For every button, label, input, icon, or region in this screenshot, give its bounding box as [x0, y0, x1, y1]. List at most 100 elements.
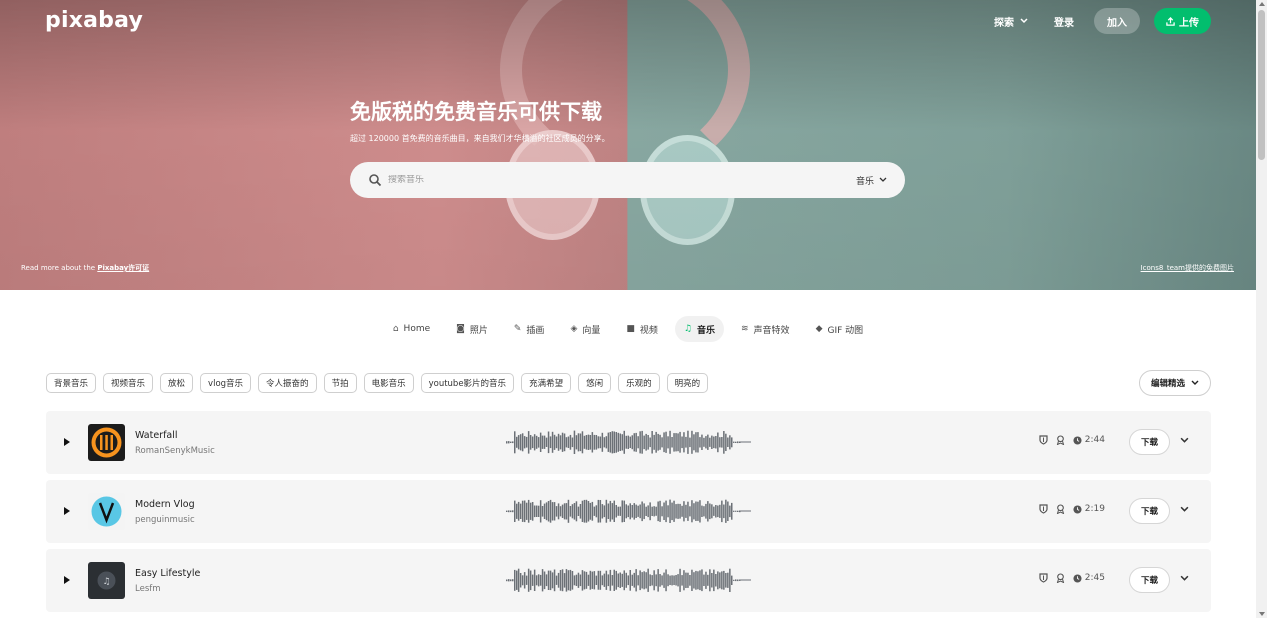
- brush-icon: ✎: [513, 324, 522, 334]
- download-button[interactable]: 下载: [1128, 429, 1170, 455]
- search-type-select[interactable]: 音乐: [856, 174, 887, 187]
- track-row: Waterfall RomanSenykMusic 2:44 下载: [46, 411, 1211, 474]
- hero-banner: pixabay 探索 登录 加入 上传 免版税的免费音乐可供下载 超过 1200…: [0, 0, 1256, 290]
- page-scrollbar[interactable]: [1256, 0, 1267, 618]
- soundwave-icon: ≋: [741, 324, 749, 334]
- tab-label: 声音特效: [753, 325, 790, 336]
- vector-icon: ◈: [570, 324, 578, 334]
- duration-text: 2:44: [1084, 435, 1105, 445]
- tab-label: 插画: [526, 325, 545, 336]
- tag-chip[interactable]: 悠闲: [578, 373, 612, 393]
- play-icon[interactable]: [64, 576, 70, 584]
- tab-label: 照片: [469, 325, 488, 336]
- search-input[interactable]: [388, 175, 856, 185]
- tag-chip[interactable]: vlog音乐: [200, 373, 252, 393]
- upload-button[interactable]: 上传: [1154, 8, 1211, 34]
- chevron-down-icon[interactable]: [1180, 506, 1189, 513]
- track-title[interactable]: Easy Lifestyle: [135, 568, 200, 579]
- license-prefix: Read more about the: [21, 264, 98, 272]
- tag-chip[interactable]: 电影音乐: [363, 373, 414, 393]
- tab-label: 音乐: [696, 325, 715, 336]
- tag-chip[interactable]: 乐观的: [618, 373, 660, 393]
- tag-chip[interactable]: 明亮的: [666, 373, 709, 393]
- edit-picks-dropdown[interactable]: 编辑精选: [1138, 370, 1211, 396]
- tab-brush[interactable]: ✎ 插画: [505, 316, 554, 342]
- play-icon[interactable]: [64, 507, 70, 515]
- pixabay-logo[interactable]: pixabay: [45, 8, 143, 33]
- join-button[interactable]: 加入: [1094, 8, 1140, 34]
- content-id-shield-icon: [1039, 504, 1048, 514]
- chevron-down-icon[interactable]: [1180, 437, 1189, 444]
- duration-text: 2:45: [1084, 573, 1105, 583]
- play-icon[interactable]: [64, 438, 70, 446]
- tag-chip[interactable]: youtube影片的音乐: [420, 373, 515, 393]
- track-cover-image[interactable]: [88, 424, 125, 461]
- scroll-down-icon[interactable]: [1259, 612, 1265, 616]
- tab-video[interactable]: ■ 视频: [617, 316, 667, 342]
- track-artist[interactable]: Lesfm: [135, 584, 161, 594]
- award-icon: [1056, 573, 1064, 583]
- waveform[interactable]: [506, 565, 751, 595]
- header-nav: 探索 登录 加入 上传: [988, 8, 1211, 34]
- tag-chip[interactable]: 令人振奋的: [258, 373, 317, 393]
- tab-camera[interactable]: ◙ 照片: [447, 316, 497, 342]
- track-artist[interactable]: penguinmusic: [135, 515, 195, 525]
- scroll-up-icon[interactable]: [1259, 2, 1265, 6]
- content-id-shield-icon: [1039, 573, 1048, 583]
- track-artist[interactable]: RomanSenykMusic: [135, 446, 215, 456]
- tab-label: 视频: [639, 325, 658, 336]
- edit-picks-label: 编辑精选: [1150, 379, 1185, 389]
- tag-chip[interactable]: 放松: [160, 373, 194, 393]
- track-title[interactable]: Modern Vlog: [135, 499, 195, 510]
- tab-label: GIF 动图: [827, 325, 864, 336]
- scrollbar-thumb[interactable]: [1258, 10, 1265, 160]
- category-tabs: ⌂ Home ◙ 照片 ✎ 插画 ◈ 向量 ■ 视频 ♫ 音乐 ≋ 声音特效 ◆ GIF 动图: [0, 316, 1256, 342]
- home-icon: ⌂: [392, 324, 399, 334]
- waveform[interactable]: [506, 496, 751, 526]
- tab-soundwave[interactable]: ≋ 声音特效: [732, 316, 799, 342]
- svg-text:♫: ♫: [102, 577, 110, 587]
- license-note: Read more about the Pixabay许可证: [21, 263, 149, 273]
- chevron-down-icon[interactable]: [1180, 575, 1189, 582]
- waveform[interactable]: [506, 427, 751, 457]
- track-meta: 2:44: [1039, 435, 1105, 445]
- hero-subtitle: 超过 120000 首免费的音乐曲目，来自我们才华横溢的社区成员的分享。: [350, 134, 610, 143]
- search-type-label: 音乐: [855, 176, 874, 187]
- tag-chip[interactable]: 背景音乐: [46, 373, 97, 393]
- download-button[interactable]: 下载: [1128, 498, 1170, 524]
- chevron-down-icon: [1020, 18, 1028, 24]
- download-button[interactable]: 下载: [1128, 567, 1170, 593]
- tab-home[interactable]: ⌂ Home: [384, 316, 439, 342]
- tag-chip[interactable]: 视频音乐: [103, 373, 154, 393]
- tag-chip[interactable]: 充满希望: [521, 373, 572, 393]
- tab-gif[interactable]: ◆ GIF 动图: [807, 316, 873, 342]
- video-icon: ■: [626, 324, 635, 334]
- duration: 2:19: [1073, 504, 1105, 514]
- track-title[interactable]: Waterfall: [135, 430, 178, 441]
- image-credit-link[interactable]: Icons8_team提供的免费图片: [1141, 263, 1234, 273]
- clock-icon: [1073, 573, 1082, 583]
- search-bar: 音乐: [350, 162, 905, 198]
- track-cover-image[interactable]: ♫: [88, 562, 125, 599]
- tab-label: Home: [403, 324, 431, 334]
- clock-icon: [1073, 435, 1082, 445]
- explore-menu[interactable]: 探索: [988, 8, 1034, 34]
- track-row: Modern Vlog penguinmusic 2:19 下载: [46, 480, 1211, 543]
- tag-chip[interactable]: 节拍: [323, 373, 357, 393]
- track-row: ♫ Easy Lifestyle Lesfm 2:45 下载: [46, 549, 1211, 612]
- chevron-down-icon: [1191, 380, 1199, 385]
- camera-icon: ◙: [456, 324, 465, 334]
- tag-list: 背景音乐 视频音乐 放松 vlog音乐 令人振奋的 节拍 电影音乐 youtube影片的音乐充…: [46, 373, 709, 393]
- music-note-icon: ♫: [683, 324, 692, 334]
- hero-shade: [0, 0, 1256, 290]
- upload-icon: [1166, 16, 1175, 26]
- tab-music-note[interactable]: ♫ 音乐: [674, 316, 724, 342]
- tab-vector[interactable]: ◈ 向量: [561, 316, 609, 342]
- chevron-down-icon: [879, 177, 887, 182]
- login-link[interactable]: 登录: [1048, 8, 1080, 34]
- hero-title: 免版税的免费音乐可供下载: [350, 100, 602, 124]
- license-link[interactable]: Pixabay许可证: [97, 264, 149, 272]
- duration: 2:44: [1073, 435, 1105, 445]
- content-id-shield-icon: [1039, 435, 1048, 445]
- track-cover-image[interactable]: [88, 493, 125, 530]
